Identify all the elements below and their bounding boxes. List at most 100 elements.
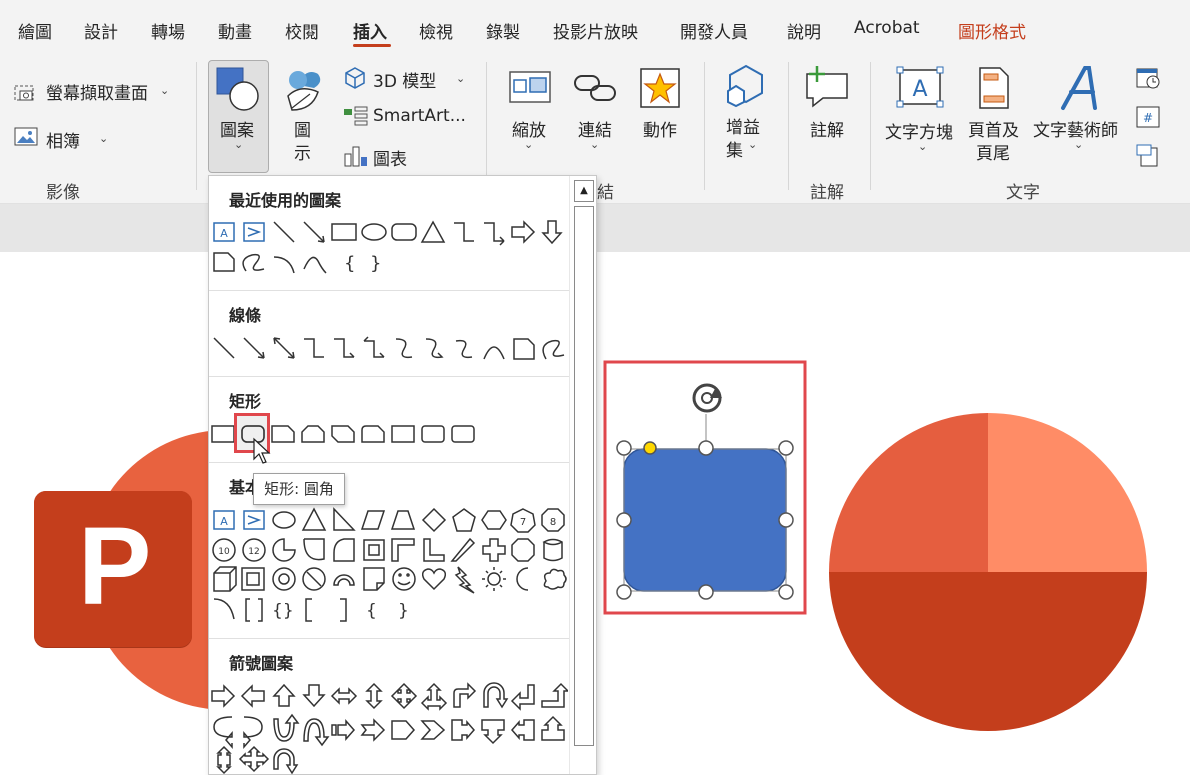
right-brace-icon[interactable]: } — [370, 253, 381, 274]
gallery-scrollbar[interactable]: ▲ — [569, 176, 596, 774]
add-ins-label-1[interactable]: 增益 — [726, 113, 760, 138]
left-arrow-callout-icon[interactable] — [511, 719, 535, 741]
chevron-down-icon[interactable]: ⌄ — [1074, 138, 1083, 151]
tab-shape-format[interactable]: 圖形格式 — [958, 18, 1026, 43]
freeform-icon[interactable] — [513, 338, 535, 360]
tab-insert[interactable]: 插入 — [353, 18, 387, 43]
chevron-down-icon[interactable]: ⌄ — [99, 132, 108, 145]
pentagon-arrow-icon[interactable] — [391, 720, 416, 740]
recent-vertical-textbox-icon[interactable] — [243, 222, 265, 242]
freeform-icon[interactable] — [213, 252, 235, 272]
comment-button[interactable]: 註解 — [810, 116, 844, 141]
header-footer-label-2[interactable]: 頁尾 — [976, 139, 1010, 164]
snip-corner-rect-icon[interactable] — [271, 425, 295, 443]
circular-arrow-icon[interactable] — [273, 748, 299, 775]
snip-same-side-rect-icon[interactable] — [301, 425, 325, 443]
tab-draw[interactable]: 繪圖 — [18, 18, 52, 43]
left-right-arrow-icon[interactable] — [330, 687, 358, 705]
elbow-connector-icon[interactable] — [454, 222, 474, 242]
line-icon[interactable] — [273, 221, 295, 243]
action-button[interactable]: 動作 — [643, 116, 677, 141]
tab-slideshow[interactable]: 投影片放映 — [553, 18, 638, 43]
chevron-down-icon[interactable]: ⌄ — [748, 138, 757, 151]
bevel-icon[interactable] — [241, 567, 265, 591]
left-bracket-icon[interactable] — [305, 598, 312, 622]
u-turn-arrow-icon[interactable] — [483, 682, 509, 709]
scroll-up-arrow-icon[interactable]: ▲ — [574, 180, 594, 202]
up-arrow-icon[interactable] — [272, 683, 296, 707]
frame-icon[interactable] — [363, 539, 385, 561]
tab-record[interactable]: 錄製 — [486, 18, 520, 43]
teardrop-icon[interactable] — [333, 538, 355, 562]
plus-cross-icon[interactable] — [482, 538, 506, 562]
tab-view[interactable]: 檢視 — [419, 18, 453, 43]
parallelogram-icon[interactable] — [360, 510, 386, 530]
up-down-arrow-callout-icon[interactable] — [216, 745, 232, 775]
chevron-arrow-icon[interactable] — [420, 720, 446, 740]
right-arrow-callout-icon[interactable] — [451, 719, 475, 741]
diamond-icon[interactable] — [421, 507, 447, 533]
add-ins-label-2[interactable]: 集 — [726, 136, 743, 161]
icons-label-1[interactable]: 圖 — [294, 116, 311, 141]
elbow-arrow-icon[interactable] — [334, 338, 355, 358]
no-symbol-icon[interactable] — [302, 567, 326, 591]
tab-review[interactable]: 校閱 — [285, 18, 319, 43]
line-double-arrow-icon[interactable] — [273, 337, 295, 359]
curved-down-arrow-icon[interactable] — [303, 718, 330, 747]
bent-up-arrow-icon[interactable] — [541, 682, 568, 708]
curved-connector-icon[interactable] — [395, 338, 413, 359]
snip-diagonal-rect-icon[interactable] — [331, 425, 355, 443]
left-arrow-icon[interactable] — [240, 684, 265, 708]
triangle-icon[interactable] — [420, 220, 446, 243]
recent-textbox-icon[interactable]: A — [213, 222, 235, 242]
can-cylinder-icon[interactable] — [542, 538, 563, 562]
pie-shape-icon[interactable] — [272, 538, 296, 562]
elbow-double-arrow-icon[interactable] — [363, 336, 385, 358]
sun-icon[interactable] — [482, 567, 506, 591]
round-same-side-icon[interactable] — [421, 425, 445, 443]
right-bracket-icon[interactable] — [340, 598, 347, 622]
right-brace-icon[interactable]: } — [398, 601, 409, 621]
cube-icon[interactable] — [213, 566, 237, 592]
chevron-down-icon[interactable]: ⌄ — [918, 140, 927, 153]
octagon-icon[interactable]: 8 — [541, 508, 565, 532]
screenshot-button[interactable]: 螢幕擷取畫面 — [46, 79, 148, 104]
chevron-down-icon[interactable]: ⌄ — [524, 138, 533, 151]
chevron-down-icon[interactable]: ⌄ — [590, 138, 599, 151]
arrow-line-icon[interactable] — [303, 221, 325, 243]
arc-icon[interactable] — [273, 256, 295, 274]
textbox-icon[interactable]: A — [213, 510, 235, 530]
smiley-face-icon[interactable] — [392, 567, 416, 591]
arc-icon[interactable] — [213, 598, 235, 620]
quad-arrow-icon[interactable] — [390, 682, 418, 710]
down-arrow-icon[interactable] — [541, 220, 563, 245]
curve-icon[interactable] — [303, 256, 327, 274]
rectangle-icon[interactable] — [331, 223, 357, 241]
cloud-icon[interactable] — [543, 568, 567, 590]
diagonal-stripe-icon[interactable] — [450, 537, 476, 562]
curved-left-arrow-icon[interactable] — [243, 716, 263, 750]
line-icon[interactable] — [213, 337, 235, 359]
left-up-arrow-icon[interactable] — [510, 684, 535, 711]
icons-label-2[interactable]: 示 — [294, 139, 311, 164]
right-triangle-icon[interactable] — [333, 507, 356, 531]
adjustment-handle[interactable] — [643, 441, 657, 455]
striped-right-arrow-icon[interactable] — [331, 719, 356, 741]
dodecagon-icon[interactable]: 12 — [242, 538, 266, 562]
curved-arrow-connector-icon[interactable] — [425, 338, 444, 359]
tab-help[interactable]: 說明 — [787, 18, 821, 43]
left-brace-icon[interactable]: { — [344, 253, 355, 274]
down-arrow-icon[interactable] — [302, 684, 326, 708]
tab-animations[interactable]: 動畫 — [218, 18, 252, 43]
left-brace-icon[interactable]: { — [366, 601, 377, 621]
vertical-textbox-icon[interactable] — [243, 510, 265, 530]
l-shape-icon[interactable] — [423, 538, 445, 562]
double-bracket-icon[interactable] — [245, 598, 263, 622]
chart-button[interactable]: 圖表 — [373, 145, 407, 170]
round-single-corner-icon[interactable] — [391, 425, 415, 443]
tab-design[interactable]: 設計 — [84, 18, 118, 43]
trapezoid-icon[interactable] — [390, 510, 416, 530]
oval-icon[interactable] — [272, 511, 296, 529]
bent-arrow-icon[interactable] — [453, 682, 477, 708]
smartart-button[interactable]: SmartArt... — [373, 106, 466, 126]
